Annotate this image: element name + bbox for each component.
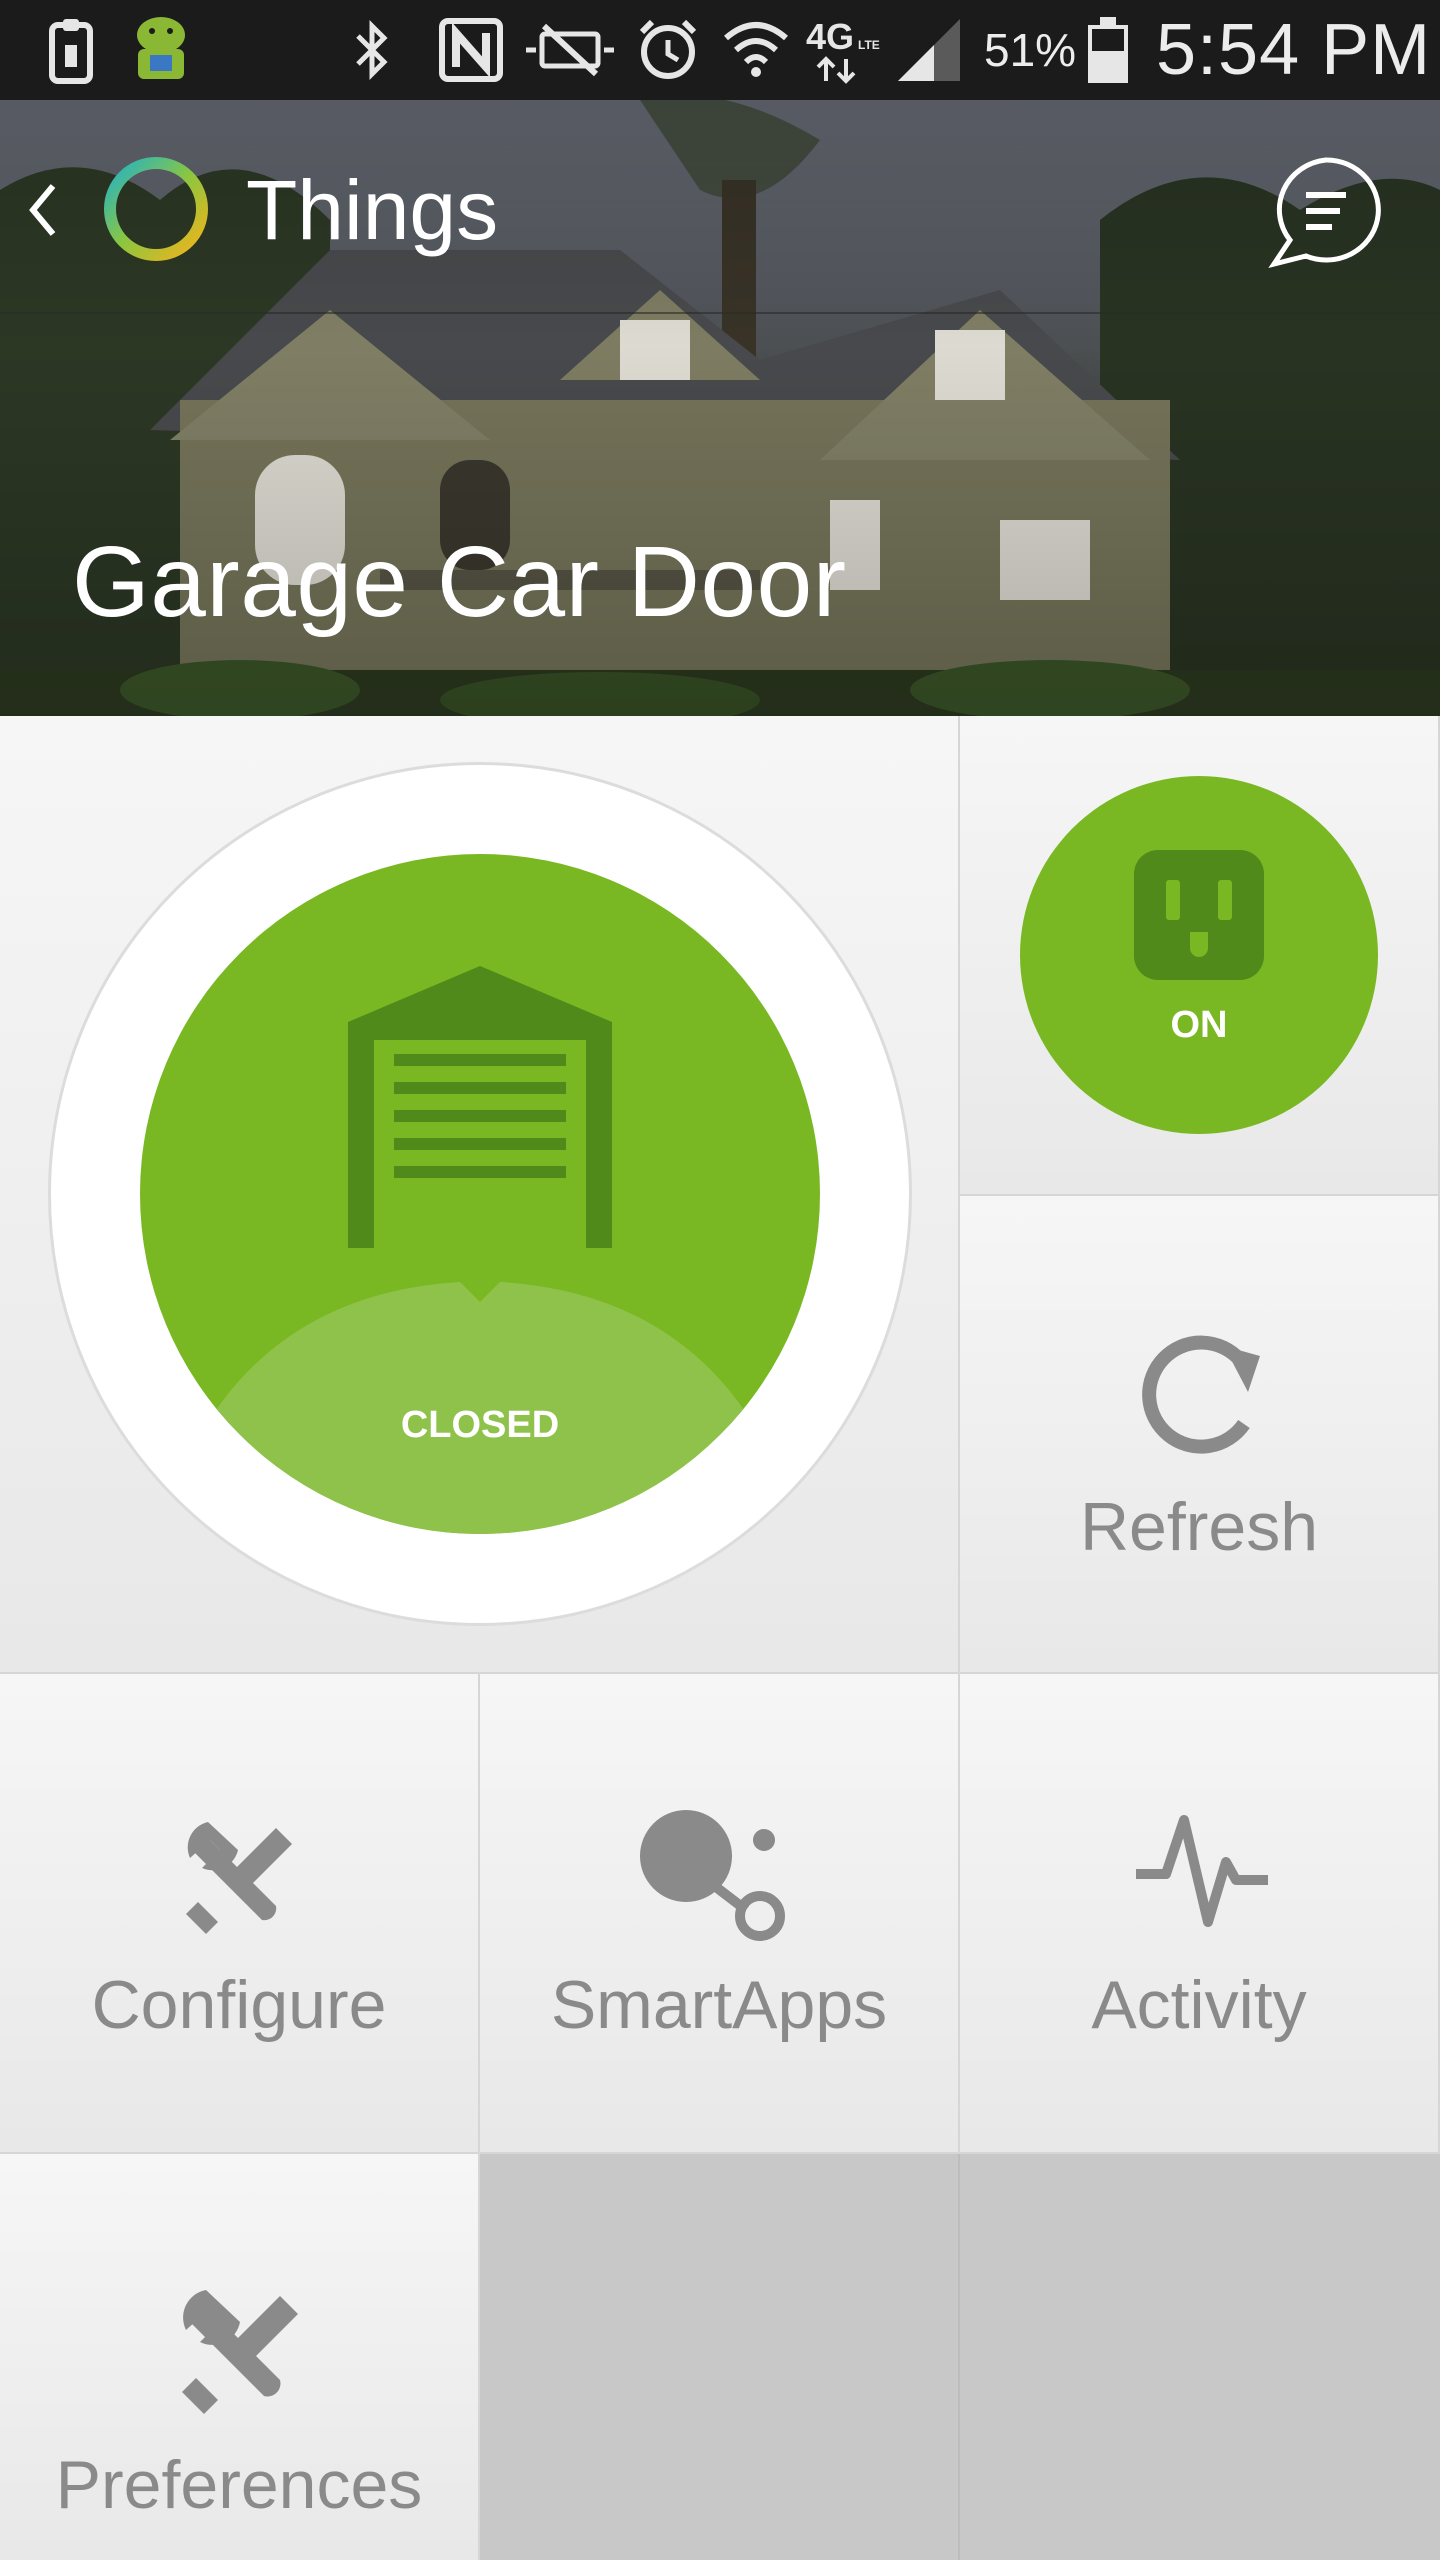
garage-door-status: CLOSED bbox=[400, 1404, 560, 1446]
chat-menu-icon bbox=[1268, 157, 1381, 268]
android-icon bbox=[128, 0, 194, 100]
preferences-label: Preferences bbox=[55, 2447, 423, 2523]
status-bar: 4G LTE 51% 5:54 PM bbox=[0, 0, 1440, 100]
switch-toggle[interactable] bbox=[1020, 776, 1378, 1134]
signal-icon bbox=[894, 0, 964, 100]
outlet-icon bbox=[1134, 850, 1264, 980]
refresh-tile[interactable]: Refresh bbox=[960, 1196, 1440, 1674]
chevron-left-icon bbox=[29, 184, 56, 236]
wifi-icon bbox=[722, 0, 790, 100]
clipboard-icon bbox=[46, 0, 96, 100]
bluetooth-icon bbox=[352, 0, 392, 100]
activity-label: Activity bbox=[1091, 1967, 1307, 2043]
empty-tile bbox=[480, 2154, 960, 2560]
app-title: Things bbox=[246, 162, 499, 257]
empty-tile bbox=[960, 2154, 1440, 2560]
alarm-icon bbox=[636, 0, 700, 100]
configure-label: Configure bbox=[91, 1967, 387, 2043]
top-app-bar: Things bbox=[0, 100, 1440, 316]
refresh-icon bbox=[1142, 1335, 1260, 1454]
switch-state-label: ON bbox=[1170, 1004, 1228, 1046]
refresh-label: Refresh bbox=[1079, 1489, 1319, 1565]
device-name: Garage Car Door bbox=[72, 525, 847, 638]
wrench-screwdriver-icon bbox=[182, 2290, 298, 2414]
back-button[interactable] bbox=[12, 160, 72, 260]
menu-button[interactable] bbox=[1266, 152, 1386, 272]
battery-percent: 51% bbox=[984, 24, 1077, 76]
smartthings-logo bbox=[100, 153, 212, 265]
activity-tile[interactable]: Activity bbox=[960, 1674, 1440, 2154]
4g-lte-icon: 4G LTE bbox=[806, 0, 882, 100]
svg-text:LTE: LTE bbox=[858, 38, 880, 52]
wrench-screwdriver-icon bbox=[186, 1822, 292, 1934]
smartapps-icon bbox=[640, 1810, 785, 1941]
clock-time: 5:54 PM bbox=[1156, 10, 1432, 90]
mute-icon bbox=[522, 0, 618, 100]
configure-tile[interactable]: Configure bbox=[0, 1674, 480, 2154]
nfc-icon bbox=[438, 0, 504, 100]
smartapps-label: SmartApps bbox=[550, 1967, 888, 2043]
preferences-tile[interactable]: Preferences bbox=[0, 2154, 480, 2560]
activity-pulse-icon bbox=[1136, 1815, 1268, 1927]
battery-icon bbox=[1086, 0, 1130, 100]
smartapps-tile[interactable]: SmartApps bbox=[480, 1674, 960, 2154]
svg-text:4G: 4G bbox=[806, 16, 854, 57]
